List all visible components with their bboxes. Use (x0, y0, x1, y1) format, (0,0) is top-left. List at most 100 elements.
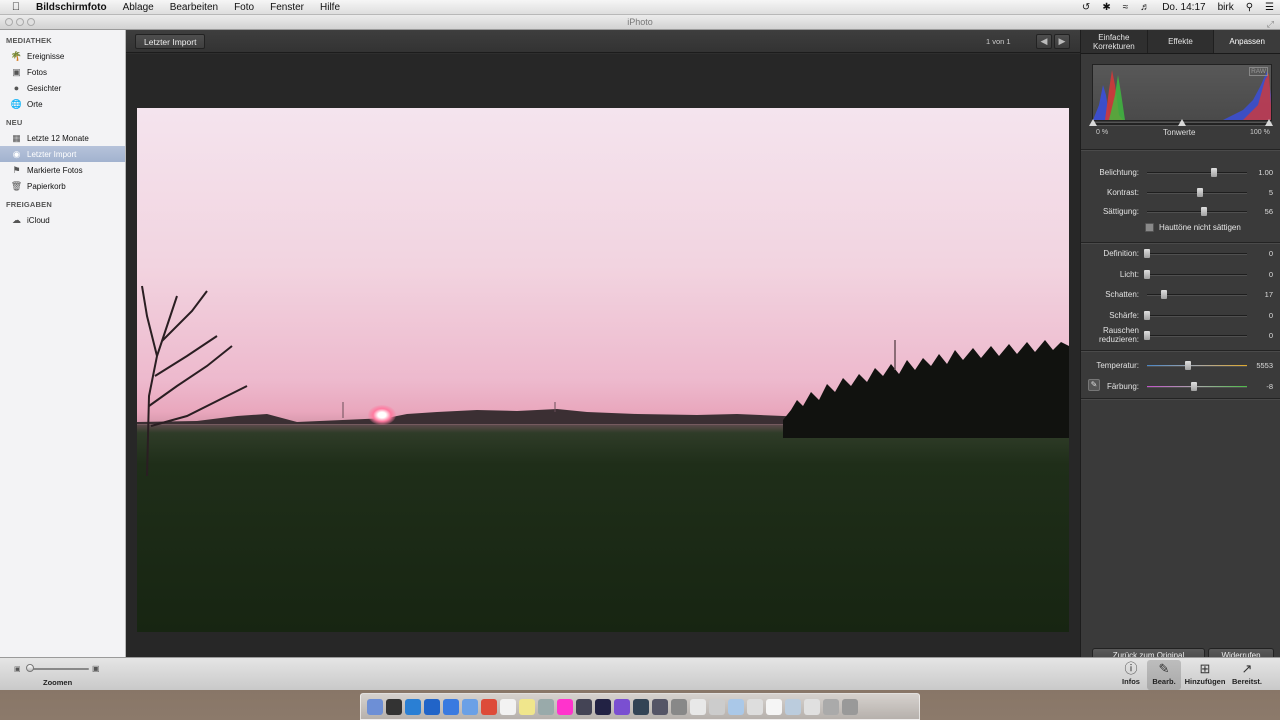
previous-photo-button[interactable]: ◀ (1036, 34, 1052, 49)
adjustment-slider-thumb[interactable] (1197, 187, 1203, 197)
detail-slider-thumb[interactable] (1144, 310, 1150, 320)
adjustment-slider[interactable] (1147, 187, 1247, 197)
dock-app-icon[interactable] (405, 698, 421, 715)
detail-slider[interactable] (1144, 310, 1247, 320)
tab-einfache-korrekturen[interactable]: Einfache Korrekturen (1081, 30, 1148, 53)
dock-app-icon[interactable] (747, 698, 763, 715)
dock-app-icon[interactable] (519, 698, 535, 715)
photo-viewer: Letzter Import 1 von 1 ◀ ▶ (126, 30, 1080, 657)
adjustment-slider[interactable] (1147, 207, 1247, 216)
sidebar-item-icloud[interactable]: ☁ iCloud (0, 212, 125, 228)
dock-app-icon[interactable] (500, 698, 516, 715)
close-window-button[interactable] (5, 18, 13, 26)
dock-app-icon[interactable] (424, 698, 440, 715)
photo[interactable] (137, 108, 1069, 632)
volume-icon[interactable]: ♬ (1134, 2, 1156, 13)
tab-effekte[interactable]: Effekte (1148, 30, 1215, 53)
zoom-window-button[interactable] (27, 18, 35, 26)
menu-bearbeiten[interactable]: Bearbeiten (162, 2, 226, 13)
dock-app-icon[interactable] (538, 698, 554, 715)
detail-slider-thumb[interactable] (1161, 290, 1167, 299)
levels-midpoint-handle[interactable] (1178, 119, 1186, 126)
notification-center-icon[interactable]: ☰ (1259, 2, 1280, 13)
wifi-icon[interactable]: ≈ (1117, 2, 1135, 13)
tree-line-silhouette (783, 340, 1069, 438)
dock-app-icon[interactable] (842, 698, 858, 715)
sidebar-item-ereignisse[interactable]: 🌴 Ereignisse (0, 48, 125, 64)
dock-app-icon[interactable] (386, 698, 402, 715)
edit-button[interactable]: ✎ Bearb. (1147, 660, 1181, 690)
zoom-slider[interactable] (27, 668, 89, 670)
dock-app-icon[interactable] (671, 698, 687, 715)
dock-app-icon[interactable] (785, 698, 801, 715)
color-slider-thumb[interactable] (1191, 382, 1197, 391)
sidebar-item-letzter-import[interactable]: ◉ Letzter Import (0, 146, 125, 162)
sidebar-item-gesichter[interactable]: ● Gesichter (0, 80, 125, 96)
dock-app-icon[interactable] (690, 698, 706, 715)
minimize-window-button[interactable] (16, 18, 24, 26)
zoom-in-icon[interactable]: ▣ (92, 664, 100, 673)
info-button[interactable]: ⓘ Infos (1114, 660, 1148, 690)
dock-app-icon[interactable] (481, 698, 497, 715)
dock-app-icon[interactable] (652, 698, 668, 715)
menu-fenster[interactable]: Fenster (262, 2, 312, 13)
sidebar-item-fotos[interactable]: ▣ Fotos (0, 64, 125, 80)
add-to-button[interactable]: ⊞ Hinzufügen (1184, 660, 1226, 690)
dock-app-icon[interactable] (462, 698, 478, 715)
dock-app-icon[interactable] (595, 698, 611, 715)
menu-app[interactable]: Bildschirmfoto (32, 2, 115, 13)
detail-slider[interactable] (1147, 290, 1247, 299)
levels-black-point-handle[interactable] (1089, 119, 1097, 126)
menu-foto[interactable]: Foto (226, 2, 262, 13)
detail-slider[interactable] (1144, 331, 1247, 340)
detail-slider-thumb[interactable] (1144, 331, 1150, 340)
apple-menu-icon[interactable]:  (0, 1, 32, 13)
detail-slider-thumb[interactable] (1144, 269, 1150, 279)
color-slider[interactable] (1147, 382, 1247, 391)
breadcrumb[interactable]: Letzter Import (135, 34, 206, 49)
color-slider[interactable] (1147, 361, 1247, 370)
dock-app-icon[interactable] (804, 698, 820, 715)
skin-tone-option[interactable]: Hauttöne nicht sättigen (1145, 223, 1241, 232)
dock-app-icon[interactable] (709, 698, 725, 715)
sidebar-item-letzte-12-monate[interactable]: ▦ Letzte 12 Monate (0, 130, 125, 146)
sidebar-item-papierkorb[interactable]: 🗑 Papierkorb (0, 178, 125, 194)
color-value: -8 (1266, 382, 1273, 391)
sidebar-item-markierte-fotos[interactable]: ⚑ Markierte Fotos (0, 162, 125, 178)
dock-app-icon[interactable] (823, 698, 839, 715)
next-photo-button[interactable]: ▶ (1054, 34, 1070, 49)
menu-ablage[interactable]: Ablage (115, 2, 162, 13)
tab-anpassen[interactable]: Anpassen (1214, 30, 1280, 53)
levels-slider[interactable] (1089, 119, 1273, 126)
dock-app-icon[interactable] (633, 698, 649, 715)
detail-slider-thumb[interactable] (1144, 249, 1150, 258)
dock-app-icon[interactable] (557, 698, 573, 715)
bluetooth-icon[interactable]: ✱ (1096, 2, 1116, 13)
dock-app-icon[interactable] (576, 698, 592, 715)
dock-app-icon[interactable] (614, 698, 630, 715)
spotlight-icon[interactable]: ⚲ (1240, 2, 1259, 13)
zoom-out-icon[interactable]: ▣ (14, 665, 21, 673)
adjustment-label: Belichtung: (1099, 168, 1139, 177)
share-button[interactable]: ↗ Bereitst. (1229, 660, 1265, 690)
zoom-slider-thumb[interactable] (26, 664, 34, 672)
dock-app-icon[interactable] (728, 698, 744, 715)
menu-clock[interactable]: Do. 14:17 (1156, 2, 1211, 13)
skin-tone-checkbox[interactable] (1145, 223, 1154, 232)
adjustment-slider-thumb[interactable] (1201, 207, 1207, 216)
detail-slider[interactable] (1144, 249, 1247, 258)
menu-user[interactable]: birk (1212, 2, 1240, 13)
adjustment-slider[interactable] (1147, 168, 1247, 177)
adjustment-slider-thumb[interactable] (1211, 168, 1217, 177)
dock-app-icon[interactable] (443, 698, 459, 715)
sidebar-item-orte[interactable]: 🌐 Orte (0, 96, 125, 112)
dock-app-icon[interactable] (367, 698, 383, 715)
menu-hilfe[interactable]: Hilfe (312, 2, 348, 13)
time-machine-icon[interactable]: ↺ (1076, 2, 1096, 13)
levels-white-point-handle[interactable] (1265, 119, 1273, 126)
fullscreen-icon[interactable]: ⤢ (1267, 17, 1274, 31)
dock-app-icon[interactable] (766, 698, 782, 715)
eyedropper-icon[interactable]: ✎ (1088, 379, 1100, 391)
detail-slider[interactable] (1144, 269, 1247, 279)
color-slider-thumb[interactable] (1185, 361, 1191, 370)
